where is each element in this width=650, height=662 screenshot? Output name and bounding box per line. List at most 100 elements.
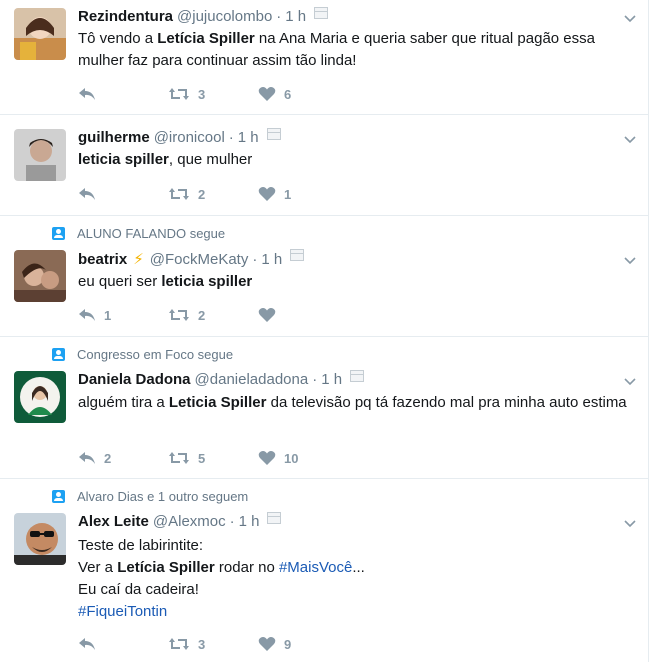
- tweet[interactable]: guilherme @ironicool · 1 h leticia spill…: [0, 115, 649, 216]
- reply-button[interactable]: [78, 637, 168, 651]
- follow-context[interactable]: Alvaro Dias e 1 outro seguem: [77, 489, 248, 504]
- retweet-icon: [169, 88, 189, 100]
- person-icon: [52, 227, 65, 240]
- text-segment: Tô vendo a: [78, 30, 158, 47]
- text-segment: da televisão pq tá fazendo mal pra minha…: [266, 394, 627, 411]
- author-username[interactable]: @ironicool: [154, 129, 225, 146]
- heart-icon: [258, 451, 276, 465]
- like-count: 9: [284, 636, 292, 652]
- avatar[interactable]: [14, 129, 66, 181]
- chevron-down-icon[interactable]: [624, 515, 636, 528]
- tweet-text-line: Teste de labirintite:: [78, 535, 628, 557]
- reply-icon: [79, 188, 95, 200]
- retweet-button[interactable]: 2: [168, 187, 258, 202]
- author-username[interactable]: @danieladadona: [195, 371, 309, 388]
- retweet-button[interactable]: 3: [168, 87, 258, 102]
- timestamp[interactable]: 1 h: [321, 371, 342, 388]
- avatar[interactable]: [14, 250, 66, 302]
- lightning-icon: ⚡: [133, 251, 144, 268]
- like-count: 1: [284, 186, 292, 202]
- tweet-text: Teste de labirintite: Ver a Letícia Spill…: [78, 535, 628, 623]
- text-segment: alguém tira a: [78, 394, 169, 411]
- like-button[interactable]: 6: [258, 86, 348, 102]
- reply-count: 2: [104, 450, 112, 466]
- chevron-down-icon[interactable]: [624, 131, 636, 144]
- like-button[interactable]: [258, 307, 348, 323]
- heart-icon: [258, 308, 276, 322]
- tweet[interactable]: Rezindentura @jujucolombo · 1 h Tô vendo…: [0, 0, 649, 115]
- like-button[interactable]: 10: [258, 450, 348, 466]
- chevron-down-icon[interactable]: [624, 10, 636, 23]
- reply-button[interactable]: [78, 87, 168, 101]
- highlighted-term: Letícia Spiller: [157, 30, 255, 47]
- timestamp[interactable]: 1 h: [285, 8, 306, 25]
- reply-icon: [79, 309, 95, 321]
- follow-context[interactable]: ALUNO FALANDO segue: [77, 226, 225, 241]
- retweet-count: 3: [198, 636, 206, 652]
- heart-icon: [258, 87, 276, 101]
- tweet[interactable]: ALUNO FALANDO segue beatrix ⚡ @FockMeKat…: [0, 216, 649, 337]
- text-segment: Eu caí da cadeira!: [78, 581, 199, 598]
- retweet-button[interactable]: 2: [168, 308, 258, 323]
- separator: ·: [228, 129, 234, 146]
- timestamp[interactable]: 1 h: [238, 129, 259, 146]
- author-name[interactable]: guilherme: [78, 129, 150, 146]
- tweet[interactable]: Alvaro Dias e 1 outro seguem Alex Leite …: [0, 479, 649, 662]
- chevron-down-icon[interactable]: [624, 252, 636, 265]
- avatar[interactable]: [14, 371, 66, 423]
- retweet-count: 2: [198, 307, 206, 323]
- tweet-text-line: Eu caí da cadeira!: [78, 579, 628, 601]
- retweet-icon: [169, 188, 189, 200]
- highlighted-term: Letícia Spiller: [117, 559, 215, 576]
- author-name[interactable]: Daniela Dadona: [78, 371, 191, 388]
- tweet-text: leticia spiller, que mulher: [78, 149, 628, 171]
- avatar[interactable]: [14, 513, 66, 565]
- retweet-icon: [169, 452, 189, 464]
- retweet-button[interactable]: 3: [168, 637, 258, 652]
- person-icon: [52, 348, 65, 361]
- reply-button[interactable]: 1: [78, 308, 168, 323]
- timestamp[interactable]: 1 h: [239, 513, 260, 530]
- avatar[interactable]: [14, 8, 66, 60]
- highlighted-term: leticia spiller: [161, 273, 253, 290]
- tweet-text-line: Ver a Letícia Spiller rodar no #MaisVocê…: [78, 557, 628, 579]
- tweet[interactable]: Congresso em Foco segue Daniela Dadona @…: [0, 337, 649, 479]
- retweet-count: 2: [198, 186, 206, 202]
- bot-badge-icon: [267, 511, 282, 524]
- text-segment: Ver a: [78, 559, 118, 576]
- reply-button[interactable]: 2: [78, 451, 168, 466]
- timestamp[interactable]: 1 h: [261, 251, 282, 268]
- tweet-text: Tô vendo a Letícia Spiller na Ana Maria …: [78, 28, 628, 72]
- person-icon: [52, 490, 65, 503]
- text-segment: Teste de labirintite:: [78, 537, 204, 554]
- author-name[interactable]: Alex Leite: [78, 513, 149, 530]
- hashtag-link[interactable]: #MaisVocê: [279, 559, 352, 576]
- hashtag-link[interactable]: #FiqueiTontin: [78, 603, 167, 620]
- tweet-text-line: #FiqueiTontin: [78, 601, 628, 623]
- separator: ·: [229, 513, 235, 530]
- highlighted-term: Leticia Spiller: [168, 394, 267, 411]
- separator: ·: [312, 371, 318, 388]
- author-username[interactable]: @Alexmoc: [153, 513, 226, 530]
- follow-context[interactable]: Congresso em Foco segue: [77, 347, 233, 362]
- reply-button[interactable]: [78, 187, 168, 201]
- like-button[interactable]: 9: [258, 636, 348, 652]
- author-name[interactable]: beatrix: [78, 251, 127, 268]
- bot-badge-icon: [314, 6, 329, 19]
- bot-badge-icon: [290, 249, 305, 261]
- text-segment: rodar no: [214, 559, 279, 576]
- separator: ·: [252, 250, 258, 268]
- like-button[interactable]: 1: [258, 186, 348, 202]
- text-segment: ...: [352, 559, 365, 576]
- like-count: 6: [284, 86, 292, 102]
- retweet-button[interactable]: 5: [168, 451, 258, 466]
- text-segment: eu queri ser: [78, 273, 162, 290]
- author-username[interactable]: @FockMeKaty: [150, 251, 249, 268]
- tweet-text: eu queri ser leticia spiller: [78, 271, 628, 293]
- author-name[interactable]: Rezindentura: [78, 8, 173, 25]
- retweet-count: 3: [198, 86, 206, 102]
- separator: ·: [276, 8, 282, 25]
- chevron-down-icon[interactable]: [624, 373, 636, 386]
- author-username[interactable]: @jujucolombo: [177, 8, 272, 25]
- retweet-icon: [169, 638, 189, 650]
